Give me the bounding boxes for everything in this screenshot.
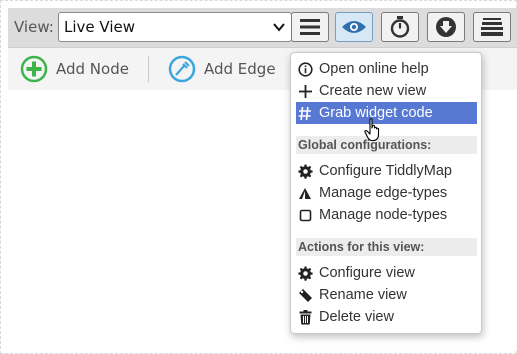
plus-icon <box>298 84 312 98</box>
menu-item-label: Delete view <box>319 309 394 325</box>
add-edge-icon <box>168 55 196 83</box>
toolbar-divider <box>148 56 149 82</box>
info-icon <box>297 61 313 77</box>
view-select-value: Live View <box>64 18 135 36</box>
menu-icon <box>300 19 320 35</box>
download-button[interactable] <box>427 12 465 42</box>
menu-item-online-help[interactable]: Open online help <box>296 58 477 80</box>
eye-icon <box>342 21 366 33</box>
tag-icon <box>298 288 312 302</box>
add-node-icon <box>20 55 48 83</box>
dropdown-menu: Open online help Create new view Grab wi… <box>290 52 482 334</box>
menu-item-configure-view[interactable]: Configure view <box>296 262 477 284</box>
menu-item-create-view[interactable]: Create new view <box>296 80 477 102</box>
add-node-label: Add Node <box>56 60 129 78</box>
menu-header-global: Global configurations: <box>296 136 477 154</box>
menu-item-label: Rename view <box>319 287 407 303</box>
menu-item-label: Configure view <box>319 265 415 281</box>
menu-item-delete-view[interactable]: Delete view <box>296 306 477 328</box>
stack-icon <box>481 18 503 36</box>
trash-icon <box>299 309 311 324</box>
add-edge-button[interactable]: Add Edge <box>168 55 276 83</box>
menu-button[interactable] <box>291 12 329 42</box>
stack-button[interactable] <box>473 12 511 42</box>
menu-item-manage-edge-types[interactable]: Manage edge-types <box>296 182 477 204</box>
menu-item-label: Manage node-types <box>319 207 448 223</box>
menu-item-label: Manage edge-types <box>319 185 448 201</box>
stopwatch-button[interactable] <box>381 12 419 42</box>
square-icon <box>299 209 311 221</box>
hash-icon <box>298 106 311 120</box>
menu-item-configure-tiddlymap[interactable]: Configure TiddlyMap <box>296 160 477 182</box>
triangle-icon <box>299 187 311 199</box>
add-edge-label: Add Edge <box>204 60 276 78</box>
view-label: View: <box>14 18 54 36</box>
top-toolbar: View: Live View <box>8 8 517 48</box>
gear-icon <box>297 163 313 179</box>
download-circle-icon <box>436 17 456 37</box>
menu-item-manage-node-types[interactable]: Manage node-types <box>296 204 477 226</box>
menu-header-view-actions: Actions for this view: <box>296 238 477 256</box>
menu-item-label: Configure TiddlyMap <box>319 163 452 179</box>
menu-item-rename-view[interactable]: Rename view <box>296 284 477 306</box>
view-select[interactable]: Live View <box>58 12 292 42</box>
gear-icon <box>297 265 313 281</box>
menu-item-label: Open online help <box>319 61 429 77</box>
hand-cursor-icon <box>364 118 380 142</box>
stopwatch-icon <box>390 16 410 38</box>
add-node-button[interactable]: Add Node <box>20 55 129 83</box>
menu-item-grab-widget-code[interactable]: Grab widget code <box>296 102 477 124</box>
eye-button[interactable] <box>335 12 373 42</box>
menu-item-label: Create new view <box>319 83 427 99</box>
chevron-down-icon <box>273 23 285 32</box>
